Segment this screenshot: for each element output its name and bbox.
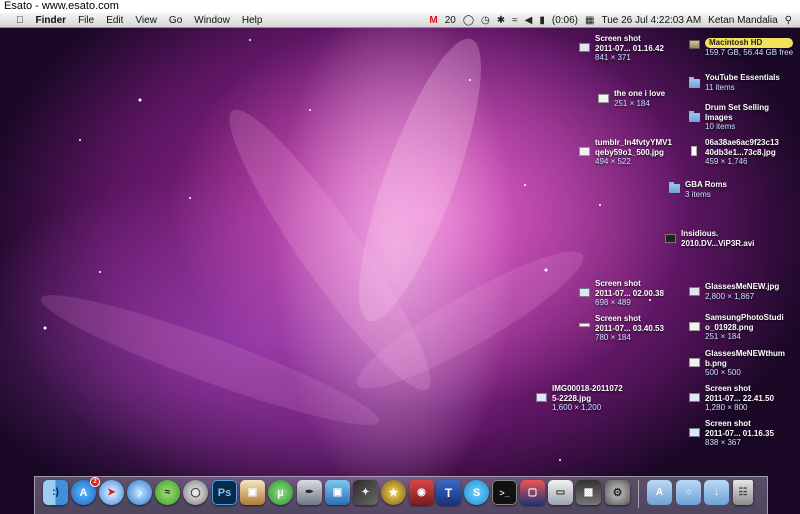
dock-movie-icon[interactable]: ▩ (576, 480, 601, 505)
desktop-item-tumblr-jpg[interactable]: tumblr_ln4fvtyYMV1 qeby59o1_500.jpg 494 … (579, 138, 672, 167)
desktop-item-glassesmenew-jpg[interactable]: GlassesMeNEW.jpg 2,800 × 1,867 (689, 282, 779, 301)
dock-safari-icon[interactable]: ➤ (99, 480, 124, 505)
battery-icon[interactable]: ▮ (539, 13, 545, 28)
desktop-item-insidious-avi[interactable]: Insidious. 2010.DV...ViP3R.avi (665, 229, 754, 248)
dock-system-preferences-icon[interactable]: ⚙ (605, 480, 630, 505)
menu-go[interactable]: Go (163, 13, 188, 28)
dock-screen-sharing-icon[interactable]: ▣ (325, 480, 350, 505)
menu-edit[interactable]: Edit (100, 13, 129, 28)
dock-photo-booth-icon[interactable]: ◉ (409, 480, 434, 505)
image-file-icon (689, 287, 700, 296)
dock-final-cut-icon[interactable]: ✦ (353, 480, 378, 505)
folder-icon (669, 182, 680, 193)
image-file-icon (579, 147, 590, 156)
desktop-item-screenshot-034053[interactable]: Screen shot 2011-07... 03.40.53 780 × 18… (579, 314, 664, 343)
volume-icon[interactable]: ◀ (525, 13, 533, 28)
menu-finder[interactable]: Finder (30, 13, 73, 28)
desktop-item-screenshot-224150[interactable]: Screen shot 2011-07... 22.41.50 1,280 × … (689, 384, 774, 413)
dock-typesetter-icon[interactable]: T (436, 480, 461, 505)
bluetooth-icon[interactable]: ✱ (497, 13, 505, 28)
dock-separator (638, 480, 639, 508)
desktop-item-the-one-i-love[interactable]: the one i love 251 × 184 (598, 89, 665, 108)
dock-remote-desktop-icon[interactable]: ▢ (520, 480, 545, 505)
menu-window[interactable]: Window (188, 13, 236, 28)
menu-help[interactable]: Help (236, 13, 269, 28)
spotlight-search-icon[interactable]: ⚲ (785, 13, 792, 28)
wifi-icon[interactable]: ≈ (512, 13, 518, 28)
dock-imovie-icon[interactable]: ★ (381, 480, 406, 505)
gmail-count: 20 (444, 15, 456, 26)
menu-bar:  Finder File Edit View Go Window Help M… (0, 13, 800, 28)
dock-app-store-icon[interactable]: A 2 (71, 477, 100, 505)
desktop-item-glassesmenewthumb-png[interactable]: GlassesMeNEWthum b.png 500 × 500 (689, 349, 785, 378)
dock-tool-icon[interactable]: ✒ (297, 480, 322, 505)
desktop-item-samsungphotostudio-png[interactable]: SamsungPhotoStudi o_01928.png 251 × 184 (689, 313, 784, 342)
dock-dvd-player-icon[interactable]: ◯ (183, 480, 208, 505)
gmail-icon[interactable]: M (429, 13, 437, 28)
dock-finder-icon[interactable]: :) (43, 480, 68, 505)
time-machine-icon[interactable]: ◷ (481, 13, 490, 28)
apple-menu-icon[interactable]:  (10, 13, 30, 28)
screenshot-file-icon (689, 393, 700, 402)
battery-time: (0:06) (551, 15, 579, 26)
dock-downloads-folder-icon[interactable]: ↓ (704, 480, 729, 505)
image-file-icon (689, 322, 700, 331)
sync-icon[interactable]: ◯ (463, 13, 474, 28)
screenshot-file-icon (579, 43, 590, 52)
clock[interactable]: Tue 26 Jul 4:22:03 AM (601, 13, 701, 28)
dock-parallels-icon[interactable]: ▭ (548, 480, 573, 505)
user-name[interactable]: Ketan Mandalia (708, 13, 778, 28)
watermark-bar: Esato - www.esato.com (0, 0, 800, 13)
dock-itunes-icon[interactable]: ♪ (127, 480, 152, 505)
wallpaper-aurora (40, 38, 651, 461)
folder-icon (689, 111, 700, 122)
dock-utorrent-icon[interactable]: μ (268, 480, 293, 505)
dock-spotify-icon[interactable]: ≈ (155, 480, 180, 505)
screenshot-file-icon (579, 323, 590, 327)
screenshot-file-icon (579, 288, 590, 297)
desktop-item-screenshot-011642[interactable]: Screen shot 2011-07... 01.16.42 841 × 37… (579, 34, 664, 63)
menu-file[interactable]: File (72, 13, 100, 28)
image-file-icon (536, 393, 547, 402)
desktop-item-img00018-jpg[interactable]: IMG00018-2011072 5-2228.jpg 1,600 × 1,20… (536, 384, 623, 413)
desktop-item-youtube-essentials[interactable]: YouTube Essentials 11 items (689, 73, 780, 92)
hard-drive-icon (689, 40, 700, 49)
image-file-icon (689, 358, 700, 367)
dock-photoshop-icon[interactable]: Ps (212, 480, 237, 505)
desktop-item-macintosh-hd[interactable]: Macintosh HD 159.7 GB, 56.44 GB free (689, 38, 794, 57)
desktop-item-drum-set-selling-images[interactable]: Drum Set Selling Images 10 items (689, 103, 769, 132)
image-file-icon (598, 94, 609, 103)
desktop-item-screenshot-011635[interactable]: Screen shot 2011-07... 01.16.35 838 × 36… (689, 419, 774, 448)
app-store-badge: 2 (90, 477, 100, 487)
folder-icon (689, 77, 700, 88)
image-file-icon (691, 146, 697, 156)
desktop-item-06a38-jpg[interactable]: 06a38ae6ac9f23c13 40db3e1...73c8.jpg 459… (691, 138, 779, 167)
dock-applications-folder-icon[interactable]: A (647, 480, 672, 505)
desktop-item-screenshot-020038[interactable]: Screen shot 2011-07... 02.00.38 698 × 48… (579, 279, 664, 308)
video-file-icon (665, 234, 676, 243)
desktop-item-gba-roms[interactable]: GBA Roms 3 items (669, 180, 727, 199)
calendar-icon[interactable]: ▦ (585, 13, 594, 28)
dock-preview-icon[interactable]: ▣ (240, 480, 265, 505)
watermark-text: Esato - www.esato.com (4, 0, 119, 12)
dock-documents-folder-icon[interactable]: ○ (676, 480, 701, 505)
menu-view[interactable]: View (129, 13, 163, 28)
screenshot-file-icon (689, 428, 700, 437)
dock-terminal-icon[interactable]: >_ (492, 480, 517, 505)
dock-trash-icon[interactable]: ☷ (733, 480, 753, 505)
dock-skype-icon[interactable]: S (464, 480, 489, 505)
